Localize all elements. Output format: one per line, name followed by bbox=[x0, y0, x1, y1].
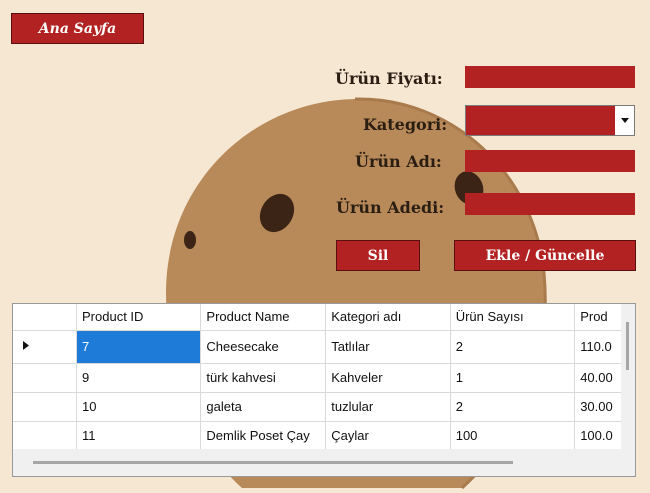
column-header[interactable]: Kategori adı bbox=[325, 304, 451, 331]
product-table: Product ID Product Name Kategori adı Ürü… bbox=[13, 304, 635, 451]
column-header[interactable]: Ürün Sayısı bbox=[450, 304, 576, 331]
table-cell[interactable]: 10 bbox=[76, 392, 202, 422]
table-cell[interactable]: Çaylar bbox=[325, 421, 451, 451]
quantity-label: Ürün Adedi: bbox=[336, 198, 445, 217]
horizontal-scrollbar[interactable] bbox=[13, 449, 635, 476]
table-cell[interactable]: türk kahvesi bbox=[200, 363, 327, 393]
price-field[interactable] bbox=[465, 66, 635, 88]
table-cell[interactable]: Cheesecake bbox=[200, 330, 327, 364]
column-header[interactable]: Product Name bbox=[200, 304, 327, 331]
scrollbar-corner bbox=[621, 449, 635, 476]
vertical-scrollbar[interactable] bbox=[621, 304, 635, 450]
quantity-field[interactable] bbox=[465, 193, 635, 215]
table-cell[interactable]: 2 bbox=[450, 392, 576, 422]
table-cell[interactable]: Kahveler bbox=[325, 363, 451, 393]
table-cell[interactable]: 7 bbox=[76, 330, 202, 364]
row-header[interactable] bbox=[13, 363, 77, 393]
save-button[interactable]: Ekle / Güncelle bbox=[454, 240, 636, 271]
name-field[interactable] bbox=[465, 150, 635, 172]
chevron-down-icon[interactable] bbox=[615, 106, 634, 135]
category-label: Kategori: bbox=[363, 115, 448, 134]
table-cell[interactable]: tuzlular bbox=[325, 392, 451, 422]
row-header[interactable] bbox=[13, 392, 77, 422]
category-select-value bbox=[466, 106, 615, 135]
current-row-icon bbox=[23, 340, 29, 350]
column-header[interactable]: Product ID bbox=[76, 304, 202, 331]
table-cell[interactable]: 9 bbox=[76, 363, 202, 393]
price-label: Ürün Fiyatı: bbox=[335, 69, 443, 88]
delete-button[interactable]: Sil bbox=[336, 240, 420, 271]
table-cell[interactable]: galeta bbox=[200, 392, 327, 422]
horizontal-scroll-thumb[interactable] bbox=[33, 461, 513, 464]
table-row[interactable]: 9 türk kahvesi Kahveler 1 40.00 bbox=[13, 363, 635, 393]
table-cell[interactable]: 2 bbox=[450, 330, 576, 364]
table-cell[interactable]: 1 bbox=[450, 363, 576, 393]
table-cell[interactable]: 100 bbox=[450, 421, 576, 451]
table-row[interactable]: 7 Cheesecake Tatlılar 2 110.0 bbox=[13, 330, 635, 364]
row-header-corner bbox=[13, 304, 77, 331]
row-header[interactable] bbox=[13, 421, 77, 451]
row-header[interactable] bbox=[13, 330, 77, 364]
table-cell[interactable]: Demlik Poset Çay bbox=[200, 421, 327, 451]
table-cell[interactable]: 11 bbox=[76, 421, 202, 451]
category-select[interactable] bbox=[465, 105, 635, 136]
vertical-scroll-thumb[interactable] bbox=[626, 322, 629, 370]
table-row[interactable]: 11 Demlik Poset Çay Çaylar 100 100.0 bbox=[13, 421, 635, 451]
table-row[interactable]: 10 galeta tuzlular 2 30.00 bbox=[13, 392, 635, 422]
table-cell[interactable]: Tatlılar bbox=[325, 330, 451, 364]
home-button[interactable]: Ana Sayfa bbox=[11, 13, 144, 44]
table-header-row: Product ID Product Name Kategori adı Ürü… bbox=[13, 304, 635, 331]
product-grid[interactable]: Product ID Product Name Kategori adı Ürü… bbox=[12, 303, 636, 477]
name-label: Ürün Adı: bbox=[355, 152, 442, 171]
